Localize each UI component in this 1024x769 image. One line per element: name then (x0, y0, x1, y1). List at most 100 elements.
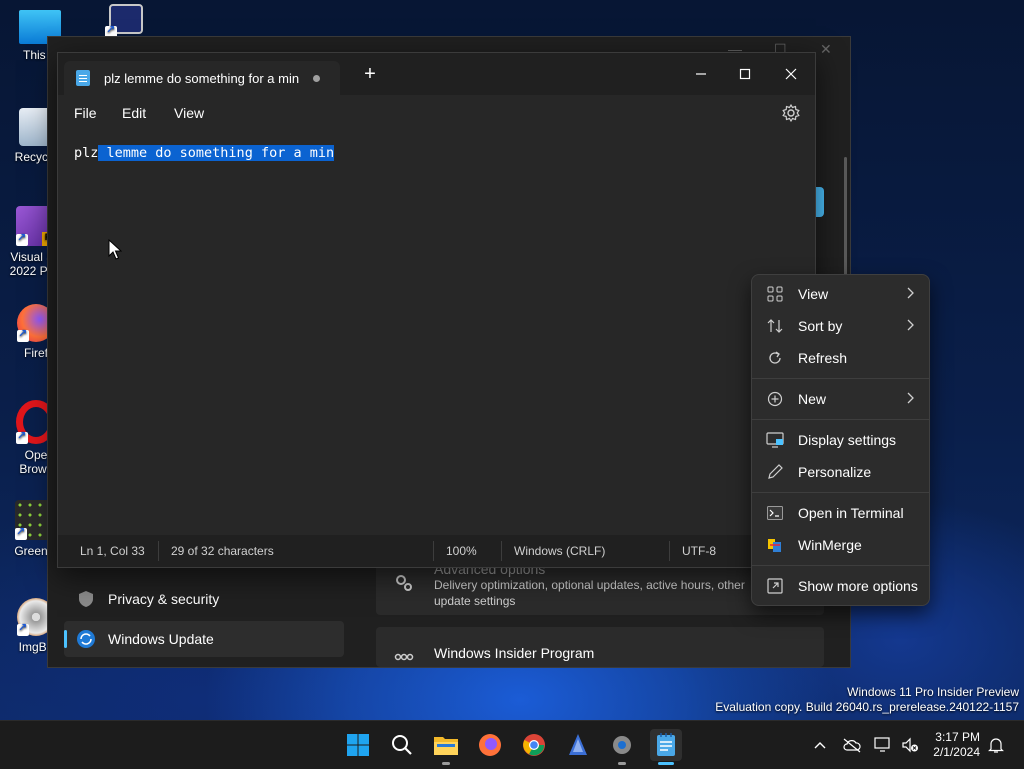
gears-icon (394, 573, 414, 598)
desktop-icon-network[interactable] (96, 4, 156, 38)
folder-icon (434, 737, 458, 755)
maximize-button[interactable] (722, 59, 768, 89)
settings-close-button[interactable]: ✕ (820, 41, 832, 58)
grid-icon (766, 285, 784, 303)
ctx-item-sort-by[interactable]: Sort by (756, 311, 925, 341)
notepad-taskbar-button[interactable] (650, 729, 682, 765)
editor-text[interactable]: plz lemme do something for a min (74, 145, 335, 161)
menu-separator (752, 378, 929, 379)
menu-separator (752, 565, 929, 566)
notepad-titlebar[interactable]: plz lemme do something for a min + (58, 53, 815, 95)
terminal-icon (766, 504, 784, 522)
nav-item-privacy-security[interactable]: Privacy & security (64, 581, 344, 617)
watermark-line1: Windows 11 Pro Insider Preview (847, 685, 1019, 699)
ctx-item-personalize[interactable]: Personalize (756, 457, 925, 487)
menu-view[interactable]: View (174, 105, 204, 121)
app-taskbar-button[interactable] (562, 729, 594, 761)
tray-volume-button[interactable] (900, 735, 920, 755)
active-indicator (64, 630, 67, 648)
chrome-taskbar-button[interactable] (518, 729, 550, 761)
status-divider (669, 541, 670, 561)
menu-edit[interactable]: Edit (122, 105, 146, 121)
cloud-off-icon (843, 738, 861, 753)
ctx-label: Display settings (798, 432, 897, 448)
blue-app-icon (569, 734, 587, 755)
line-ending[interactable]: Windows (CRLF) (514, 544, 605, 558)
encoding[interactable]: UTF-8 (682, 544, 716, 558)
chevron-up-icon (814, 742, 826, 749)
chrome-icon (523, 734, 545, 756)
show-hidden-icons-button[interactable] (810, 735, 830, 755)
settings-taskbar-button[interactable] (606, 729, 638, 765)
notepad-menubar: File Edit View (58, 95, 815, 131)
new-tab-button[interactable]: + (358, 63, 382, 86)
notepad-window[interactable]: plz lemme do something for a min + File … (57, 52, 816, 568)
settings-gear-icon[interactable] (781, 103, 801, 123)
settings-scrollbar[interactable] (844, 157, 847, 277)
ctx-item-refresh[interactable]: Refresh (756, 343, 925, 373)
zoom-level[interactable]: 100% (446, 544, 477, 558)
ctx-item-show-more-options[interactable]: Show more options (756, 571, 925, 601)
card-title: Windows Insider Program (434, 645, 595, 661)
notifications-button[interactable] (986, 735, 1006, 755)
settings-gear-icon (613, 736, 631, 754)
firefox-icon (479, 734, 501, 756)
tray-network-disconnected[interactable] (842, 735, 862, 755)
character-count: 29 of 32 characters (171, 544, 274, 558)
tray-network-button[interactable] (874, 735, 894, 755)
nav-item-windows-update[interactable]: Windows Update (64, 621, 344, 657)
windows-logo-icon (347, 734, 369, 756)
ctx-label: Sort by (798, 318, 843, 334)
more-options-icon (766, 577, 784, 595)
chevron-right-icon (907, 319, 914, 331)
pen-icon (766, 463, 784, 481)
nav-item-label: Windows Update (108, 631, 214, 647)
network-icon (874, 737, 890, 752)
card-desc-line1: Delivery optimization, optional updates,… (434, 578, 745, 592)
status-divider (433, 541, 434, 561)
refresh-icon (766, 349, 784, 367)
mouse-cursor-icon (108, 239, 122, 260)
clock-date: 2/1/2024 (933, 745, 980, 759)
minimize-icon (696, 73, 706, 75)
ctx-label: Open in Terminal (798, 505, 904, 521)
shield-icon (76, 589, 96, 609)
search-button[interactable] (386, 729, 418, 761)
evaluation-watermark: Windows 11 Pro Insider Preview Evaluatio… (715, 685, 1019, 715)
search-icon (392, 735, 412, 755)
ctx-label: New (798, 391, 827, 407)
ctx-item-display-settings[interactable]: Display settings (756, 425, 925, 455)
running-indicator (442, 762, 450, 765)
taskbar-clock[interactable]: 3:17 PM 2/1/2024 (928, 730, 980, 760)
cursor-position: Ln 1, Col 33 (80, 544, 145, 558)
menu-file[interactable]: File (74, 105, 97, 121)
notepad-icon (657, 733, 675, 756)
ctx-item-winmerge[interactable]: WinMerge (756, 530, 925, 560)
chevron-right-icon (907, 287, 914, 299)
ctx-item-open-in-terminal[interactable]: Open in Terminal (756, 498, 925, 528)
unsaved-dot-icon[interactable] (313, 74, 321, 82)
notepad-tab[interactable]: plz lemme do something for a min (64, 61, 340, 95)
running-indicator (618, 762, 626, 765)
ctx-label: View (798, 286, 829, 302)
plus-circle-icon (766, 390, 784, 408)
close-button[interactable] (768, 59, 814, 89)
minimize-button[interactable] (678, 59, 724, 89)
clock-time: 3:17 PM (935, 730, 980, 744)
ctx-item-new[interactable]: New (756, 384, 925, 414)
winmerge-icon (766, 536, 784, 554)
card-desc-line2: update settings (434, 594, 516, 608)
file-explorer-button[interactable] (430, 729, 462, 765)
sort-icon (766, 317, 784, 335)
windows-insider-card[interactable]: Windows Insider Program (376, 627, 824, 667)
desktop-context-menu: View Sort by Refresh New Display setting… (751, 274, 930, 606)
ctx-item-view[interactable]: View (756, 279, 925, 309)
maximize-icon (739, 68, 751, 80)
text-editor[interactable]: plz lemme do something for a min (58, 131, 815, 535)
start-button[interactable] (342, 729, 374, 761)
taskbar: 3:17 PM 2/1/2024 (0, 720, 1024, 769)
firefox-taskbar-button[interactable] (474, 729, 506, 761)
notepad-icon (76, 70, 90, 86)
active-indicator (658, 762, 674, 765)
insider-icon (394, 653, 414, 672)
